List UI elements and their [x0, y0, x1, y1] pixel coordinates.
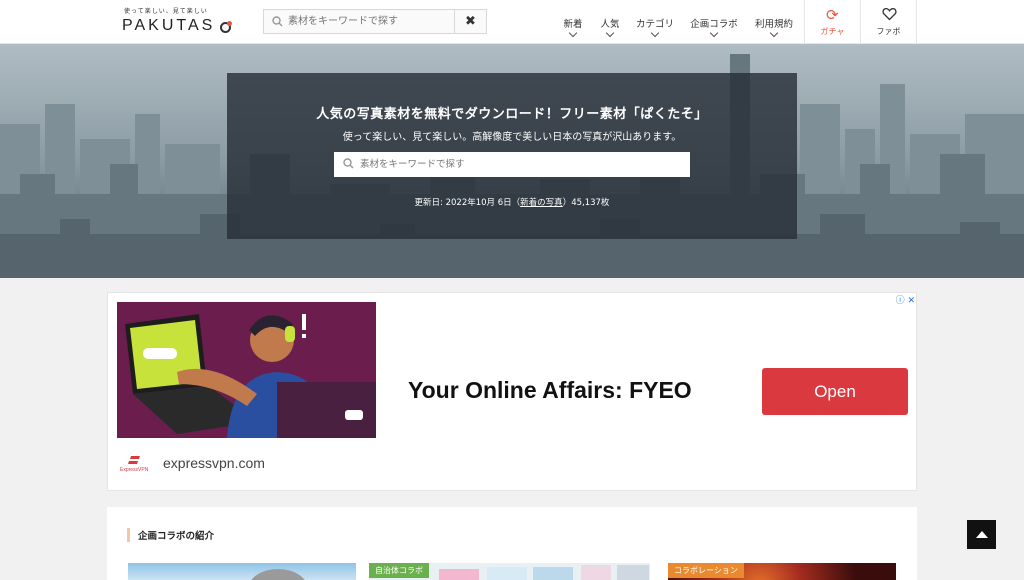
- chevron-down-icon: [605, 28, 615, 38]
- ad-open-button[interactable]: Open: [762, 368, 908, 415]
- header-search: ✖: [263, 9, 487, 34]
- fav-button[interactable]: ファボ: [860, 0, 917, 44]
- clear-icon[interactable]: ✖: [454, 10, 486, 33]
- chevron-down-icon: [650, 28, 660, 38]
- collab-thumb[interactable]: 自治体コラボ: [369, 563, 650, 580]
- nav-collab[interactable]: 企画コラボ: [686, 0, 742, 44]
- nav-terms[interactable]: 利用規約: [748, 0, 800, 44]
- logo-text: PAKUTAS: [122, 17, 216, 34]
- update-info: 更新日: 2022年10月 6日（新着の写真）45,137枚: [227, 196, 797, 208]
- section-title: 企画コラボの紹介: [127, 528, 214, 542]
- collab-thumb[interactable]: コラボレーション: [668, 563, 896, 580]
- updated-suffix: ）45,137枚: [562, 198, 610, 208]
- ad-domain[interactable]: expressvpn.com: [163, 455, 265, 471]
- chevron-down-icon: [709, 28, 719, 38]
- header-search-input[interactable]: [288, 10, 454, 33]
- hero-search: [334, 152, 690, 177]
- chevron-down-icon: [568, 28, 578, 38]
- site-logo[interactable]: 使って楽しい、見て楽しい PAKUTAS: [122, 6, 234, 36]
- fav-label: ファボ: [876, 27, 901, 36]
- hero-subtitle: 使って楽しい、見て楽しい。高解像度で美しい日本の写真が沢山あります。: [342, 132, 682, 143]
- collab-section: 企画コラボの紹介 自治体コラボ コラボレーション: [107, 507, 917, 580]
- svg-text:ExpressVPN: ExpressVPN: [120, 467, 149, 473]
- ad-headline[interactable]: Your Online Affairs: FYEO: [408, 377, 692, 404]
- page-top-button[interactable]: [967, 520, 996, 549]
- chevron-down-icon: [769, 28, 779, 38]
- logo-tagline: 使って楽しい、見て楽しい: [124, 8, 208, 15]
- nav-category[interactable]: カテゴリ: [630, 0, 680, 44]
- site-header: 使って楽しい、見て楽しい PAKUTAS ✖ 新着 人気 カテゴリ 企画コラボ …: [0, 0, 1024, 44]
- advertisement[interactable]: ⓘ ✕ Your Online Affairs: FYEO Open Expre…: [107, 292, 917, 491]
- category-tag: コラボレーション: [668, 563, 744, 578]
- hero-banner: 人気の写真素材を無料でダウンロード！フリー素材「ぱくたそ」 使って楽しい、見て楽…: [0, 44, 1024, 278]
- hero-title: 人気の写真素材を無料でダウンロード！フリー素材「ぱくたそ」: [316, 107, 708, 122]
- heart-icon: [882, 8, 897, 21]
- search-icon: [343, 158, 354, 169]
- collab-thumb[interactable]: [128, 563, 356, 580]
- nav-popular[interactable]: 人気: [593, 0, 627, 44]
- refresh-icon: ⟳: [826, 6, 839, 24]
- hero-search-input[interactable]: [360, 152, 680, 177]
- page-top-icon: [975, 531, 988, 538]
- logo-mark-icon: [220, 21, 232, 33]
- gacha-button[interactable]: ⟳ ガチャ: [804, 0, 860, 44]
- collab-thumb-image: [439, 565, 649, 580]
- ad-image[interactable]: [117, 302, 376, 438]
- hero-panel: 人気の写真素材を無料でダウンロード！フリー素材「ぱくたそ」 使って楽しい、見て楽…: [227, 73, 797, 239]
- nav-new[interactable]: 新着: [557, 0, 589, 44]
- gacha-label: ガチャ: [820, 27, 845, 36]
- ad-choices-icon[interactable]: ⓘ ✕: [896, 293, 915, 306]
- updated-prefix: 更新日: 2022年10月 6日（: [414, 198, 521, 208]
- expressvpn-logo: ExpressVPN: [120, 455, 150, 473]
- ad-illustration: [117, 302, 376, 438]
- new-photos-link[interactable]: 新着の写真: [520, 198, 563, 208]
- search-icon: [272, 16, 283, 27]
